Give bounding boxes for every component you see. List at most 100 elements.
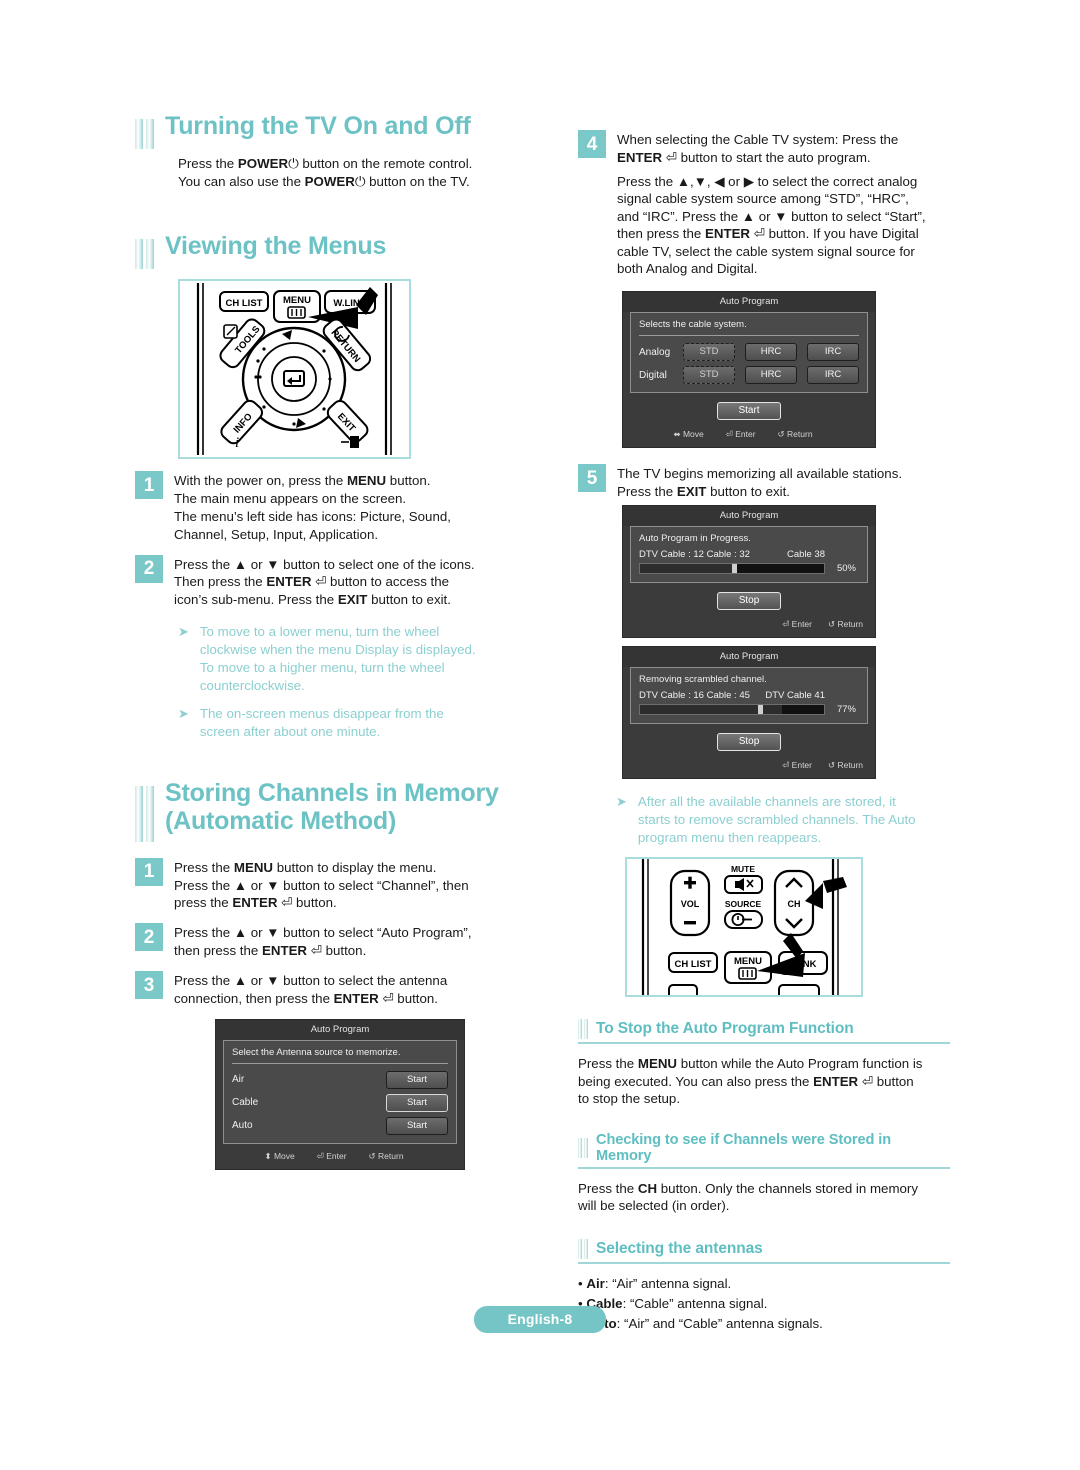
- subsection-title: Selecting the antennas: [596, 1239, 763, 1257]
- osd-row-label: Cable: [232, 1097, 259, 1109]
- bullet-term: Air: [586, 1275, 605, 1291]
- heading-bars-icon: [135, 785, 154, 848]
- progress-knob: [757, 704, 763, 714]
- stop-button[interactable]: Stop: [717, 591, 781, 610]
- progress-right-label: DTV Cable 41: [765, 689, 825, 701]
- osd-row-cable: Cable Start: [232, 1093, 448, 1112]
- step-number-badge: 2: [135, 923, 163, 952]
- footer-return: ↺ Return: [368, 1150, 404, 1161]
- step-text: Press the ▲ or ▼ button to select “Auto …: [174, 925, 472, 959]
- step-number-badge: 1: [135, 471, 163, 500]
- section-heading-viewing-menus: Viewing the Menus: [135, 232, 555, 270]
- start-button-auto[interactable]: Start: [386, 1116, 448, 1135]
- analog-hrc-button[interactable]: HRC: [745, 343, 797, 362]
- step-text: Press the ▲ or ▼ button to select one of…: [174, 556, 475, 608]
- svg-text:MENU: MENU: [734, 956, 762, 967]
- power-icon: ⏻: [354, 173, 366, 189]
- text-run: button on the TV.: [365, 173, 470, 189]
- svg-text:CH LIST: CH LIST: [226, 298, 263, 309]
- note-item: ➤ To move to a lower menu, turn the whee…: [178, 623, 555, 695]
- subheading-bars-icon: [578, 1238, 588, 1259]
- digital-hrc-button[interactable]: HRC: [745, 366, 797, 385]
- right-column: 4 When selecting the Cable TV system: Pr…: [578, 130, 950, 1334]
- turning-tv-paragraph: Press the POWER⏻ button on the remote co…: [178, 155, 555, 190]
- footer-return: ↺ Return: [828, 618, 863, 629]
- osd-progress-row: DTV Cable : 12 Cable : 32 Cable 38 50%: [639, 549, 859, 574]
- text-run: You can also use the: [178, 173, 305, 189]
- osd-row-digital: Digital STD HRC IRC: [639, 366, 859, 385]
- osd-footer: ⬌ Move ⏎ Enter ↺ Return: [623, 424, 875, 441]
- power-keyword: POWER: [237, 156, 289, 171]
- subsection-heading-checking-channels: Checking to see if Channels were Stored …: [578, 1132, 950, 1169]
- osd-progress-labels: DTV Cable : 16 Cable : 45 DTV Cable 41: [639, 690, 825, 701]
- footer-return: ↺ Return: [777, 429, 813, 440]
- enter-icon: ⏎: [315, 574, 327, 590]
- progress-percent: 50%: [836, 562, 856, 574]
- power-keyword: POWER: [304, 173, 355, 189]
- page-footer: English-8: [0, 1306, 1080, 1333]
- osd-title: Auto Program: [216, 1019, 464, 1040]
- subsection-heading-selecting-antennas: Selecting the antennas: [578, 1238, 950, 1264]
- step-number-badge: 1: [135, 857, 163, 886]
- osd-divider: [639, 335, 859, 337]
- svg-text:CH LIST: CH LIST: [675, 959, 712, 970]
- step-text: Press the MENU button to display the men…: [174, 859, 469, 911]
- osd-row-label: Digital: [639, 369, 667, 381]
- osd-footer: ⏎ Enter ↺ Return: [623, 614, 875, 631]
- footer-move: ⬍ Move: [264, 1150, 295, 1161]
- enter-icon: ⏎: [861, 1073, 874, 1089]
- osd-title: Auto Program: [623, 292, 875, 313]
- osd-row-analog: Analog STD HRC IRC: [639, 343, 859, 362]
- enter-icon: ⏎: [382, 990, 394, 1006]
- step-item: 1 With the power on, press the MENU butt…: [135, 471, 555, 544]
- svg-text:MUTE: MUTE: [731, 864, 755, 874]
- progress-bar: 50%: [639, 562, 856, 574]
- subheading-bars-icon: [578, 1137, 588, 1158]
- progress-bar: 77%: [639, 703, 856, 715]
- manual-page: Turning the TV On and Off Press the POWE…: [0, 0, 1080, 1470]
- osd-row-label: Analog: [639, 346, 671, 358]
- footer-enter: ⏎ Enter: [725, 429, 756, 440]
- section-title: Storing Channels in Memory (Automatic Me…: [165, 779, 499, 835]
- progress-fill: [640, 563, 732, 573]
- start-button-cable[interactable]: Start: [386, 1093, 448, 1112]
- step-item-4: 4 When selecting the Cable TV system: Pr…: [578, 130, 950, 167]
- step-number-badge: 2: [135, 554, 163, 583]
- subsection-heading-stop-auto-program: To Stop the Auto Program Function: [578, 1019, 950, 1045]
- remote-control-wheel-illustration: CH LIST MENU W.LINK TOOLS RETURN INFO i …: [178, 279, 411, 460]
- note-item: ➤ After all the available channels are s…: [616, 793, 950, 847]
- stop-button[interactable]: Stop: [717, 732, 781, 751]
- osd-body: Selects the cable system. Analog STD HRC…: [630, 312, 868, 394]
- viewing-menus-notes: ➤ To move to a lower menu, turn the whee…: [178, 623, 555, 740]
- osd-row-label: Auto: [232, 1120, 253, 1132]
- osd-row-auto: Auto Start: [232, 1116, 448, 1135]
- digital-std-button[interactable]: STD: [683, 366, 735, 385]
- start-button[interactable]: Start: [717, 402, 781, 421]
- subsection-title: Checking to see if Channels were Stored …: [596, 1131, 892, 1164]
- heading-bars-icon: [135, 239, 154, 270]
- progress-knob: [732, 563, 737, 573]
- osd-row-label: Air: [232, 1074, 245, 1086]
- osd-auto-program-progress: Auto Program Auto Program in Progress. D…: [622, 504, 876, 638]
- page-number-badge: English-8: [473, 1306, 607, 1333]
- checking-channels-paragraph: Press the CH button. Only the channels s…: [578, 1180, 918, 1214]
- osd-footer: ⬍ Move ⏎ Enter ↺ Return: [216, 1144, 464, 1163]
- left-column: Turning the TV On and Off Press the POWE…: [135, 112, 555, 1170]
- progress-left-label: DTV Cable : 12 Cable : 32: [639, 548, 750, 560]
- osd-stop-row: Stop: [623, 583, 875, 614]
- analog-irc-button[interactable]: IRC: [807, 343, 859, 362]
- progress-right-label: Cable 38: [786, 548, 825, 560]
- digital-irc-button[interactable]: IRC: [807, 366, 859, 385]
- footer-move: ⬌ Move: [673, 429, 704, 440]
- enter-icon: ⏎: [665, 149, 677, 165]
- osd-title: Auto Program: [623, 505, 875, 526]
- step-number-badge: 5: [578, 464, 606, 493]
- start-button-air[interactable]: Start: [386, 1070, 448, 1089]
- osd-auto-program-cable-system: Auto Program Selects the cable system. A…: [622, 291, 876, 449]
- bullet-desc: : “Air” antenna signal.: [604, 1275, 732, 1291]
- note-text: The on-screen menus disappear from the s…: [199, 705, 444, 739]
- note-item: ➤ The on-screen menus disappear from the…: [178, 705, 555, 741]
- step-text: Press the ▲ or ▼ button to select the an…: [174, 973, 448, 1006]
- analog-std-button[interactable]: STD: [683, 343, 735, 362]
- subheading-bars-icon: [578, 1019, 588, 1040]
